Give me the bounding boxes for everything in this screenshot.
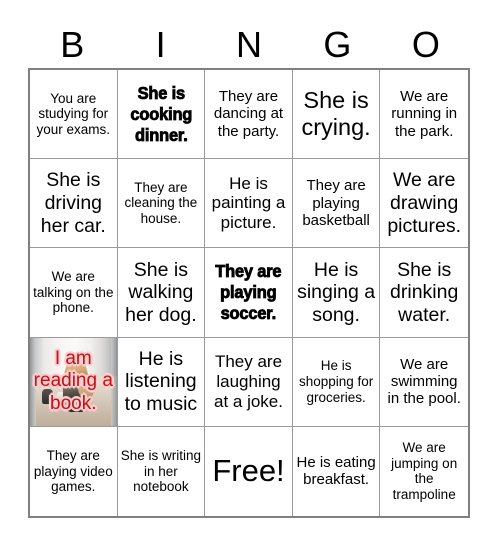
bingo-cell-text-g5: He is eating breakfast. [296,454,376,489]
bingo-header-letter-g: G [323,24,352,65]
bingo-cell-n3[interactable]: They are playing soccer. [205,248,293,338]
bingo-cell-text-b1: You are studying for your exams. [36,90,111,137]
bingo-cell-n4[interactable]: They are laughing at a joke. [205,337,293,427]
bingo-cell-text-o1: We are running in the park. [391,88,458,140]
bingo-cell-text-n4: They are laughing at a joke. [213,352,283,411]
bingo-cell-g2[interactable]: They are playing basketball [292,159,381,249]
bingo-cell-n5[interactable]: Free! [205,426,293,516]
bingo-cell-i5[interactable]: She is writing in her notebook [117,426,206,516]
bingo-cell-b5[interactable]: They are playing video games. [30,426,118,516]
bingo-cell-n1[interactable]: They are dancing at the party. [205,70,293,160]
bingo-cell-text-n5: Free! [212,453,285,489]
bingo-cell-text-i2: They are cleaning the house. [124,179,198,227]
bingo-card: B I N G O You are studying for your exams. Sh… [0,0,500,544]
bingo-cell-i4[interactable]: He is listening to music [117,337,206,427]
bingo-header-letter-b: B [60,24,85,65]
bingo-cell-o4[interactable]: We are swimming in the pool. [380,337,468,427]
bingo-cell-text-b4: I am reading a book. [33,348,113,414]
bingo-cell-text-n1: They are dancing at the party. [213,88,284,140]
bingo-cell-text-g3: He is singing a song. [297,258,376,326]
bingo-cell-text-b3: We are talking on the phone. [33,269,114,316]
bingo-cell-text-i1: She is cooking dinner. [130,82,193,145]
bingo-cell-text-o4: We are swimming in the pool. [387,355,461,408]
bingo-cell-text-o3: She is drinking water. [390,258,459,326]
bingo-cell-text-g1: She is crying. [301,86,371,141]
bingo-cell-text-o5: We are jumping on the trampoline [391,440,458,503]
bingo-cell-g4[interactable]: He is shopping for groceries. [292,337,381,427]
bingo-cell-g3[interactable]: He is singing a song. [292,248,381,338]
bingo-grid: You are studying for your exams. She is c… [28,68,470,518]
bingo-header-letter-i: I [155,24,166,65]
bingo-cell-g5[interactable]: He is eating breakfast. [292,426,381,516]
bingo-cell-text-b5: They are playing video games. [33,447,113,495]
bingo-cell-text-b2: She is driving her car. [40,169,106,237]
bingo-cell-o2[interactable]: We are drawing pictures. [380,159,468,249]
bingo-cell-text-i5: She is writing in her notebook [120,447,202,495]
bingo-header-letter-n: N [236,24,263,65]
bingo-cell-b4[interactable]: I am reading a book. [30,337,118,427]
bingo-cell-b3[interactable]: We are talking on the phone. [30,248,118,338]
bingo-cell-o5[interactable]: We are jumping on the trampoline [380,426,468,516]
bingo-cell-text-i3: She is walking her dog. [125,258,197,326]
bingo-cell-n2[interactable]: He is painting a picture. [205,159,293,249]
bingo-cell-o3[interactable]: She is drinking water. [380,248,468,338]
bingo-cell-text-n2: He is painting a picture. [211,173,286,233]
bingo-header-row: BINGO [28,22,470,68]
bingo-cell-b1[interactable]: You are studying for your exams. [30,70,118,160]
bingo-cell-text-g2: They are playing basketball [302,177,370,229]
bingo-cell-text-n3: They are playing soccer. [215,260,282,324]
bingo-cell-b2[interactable]: She is driving her car. [30,159,118,249]
bingo-cell-text-g4: He is shopping for groceries. [298,358,374,405]
bingo-header-letter-o: O [411,24,440,65]
bingo-cell-o1[interactable]: We are running in the park. [380,70,468,160]
bingo-cell-text-i4: He is listening to music [124,347,198,415]
bingo-cell-i2[interactable]: They are cleaning the house. [117,159,206,249]
bingo-cell-i1[interactable]: She is cooking dinner. [117,70,206,160]
bingo-cell-i3[interactable]: She is walking her dog. [117,248,206,338]
bingo-cell-text-o2: We are drawing pictures. [387,169,462,237]
bingo-cell-g1[interactable]: She is crying. [292,70,381,160]
